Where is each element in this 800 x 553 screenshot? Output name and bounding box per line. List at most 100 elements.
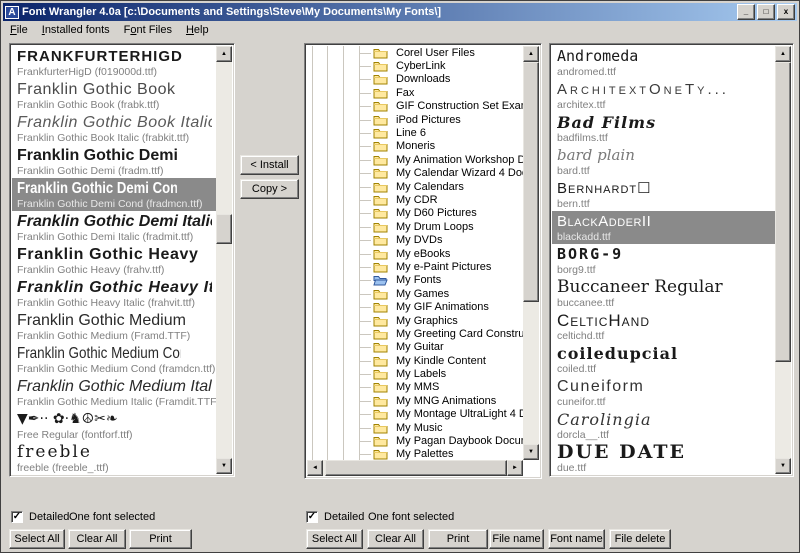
tree-item-my-greeting-card-construction[interactable]: My Greeting Card Construction: [307, 327, 523, 340]
tree-item-my-labels[interactable]: My Labels: [307, 367, 523, 380]
tree-connector: [359, 53, 371, 54]
font-file-item[interactable]: ArchitextOneTy...architex.ttf: [552, 79, 775, 112]
installed-font-item[interactable]: freeblefreeble (freeble_.ttf): [12, 442, 216, 474]
scroll-up-button[interactable]: ▲: [523, 46, 539, 62]
tree-item-my-animation-workshop-docu[interactable]: My Animation Workshop Docu: [307, 153, 523, 166]
minimize-button[interactable]: _: [737, 4, 755, 20]
tree-item-my-mng-animations[interactable]: My MNG Animations: [307, 394, 523, 407]
scroll-right-button[interactable]: ►: [507, 460, 523, 476]
tree-item-my-gif-animations[interactable]: My GIF Animations: [307, 300, 523, 313]
install-button[interactable]: < Install: [240, 155, 299, 175]
tree-item-moneris[interactable]: Moneris: [307, 140, 523, 153]
tree-item-my-kindle-content[interactable]: My Kindle Content: [307, 354, 523, 367]
installed-font-item[interactable]: Franklin Gothic BookFranklin Gothic Book…: [12, 79, 216, 112]
scroll-thumb[interactable]: [523, 62, 539, 302]
menu-item-file[interactable]: File: [3, 22, 35, 38]
detailed-checkbox-right[interactable]: ✓: [306, 511, 318, 523]
print-button[interactable]: Print: [428, 529, 488, 549]
tree-item-my-calendars[interactable]: My Calendars: [307, 180, 523, 193]
font-file-item[interactable]: BlackAdderIIblackadd.ttf: [552, 211, 775, 244]
font-file-item[interactable]: Buccaneer Regularbuccanee.ttf: [552, 277, 775, 310]
installed-font-item[interactable]: FrankfurterHigDFrankfurterHigD (f019000d…: [12, 46, 216, 79]
folder-tree-vscrollbar[interactable]: ▲▼: [523, 46, 539, 460]
installed-font-item[interactable]: Franklin Gothic Medium ItalicFranklin Go…: [12, 376, 216, 409]
font-file-item[interactable]: coiledupcialcoiled.ttf: [552, 343, 775, 376]
tree-item-fax[interactable]: Fax: [307, 86, 523, 99]
tree-item-my-palettes[interactable]: My Palettes: [307, 448, 523, 460]
tree-item-line-6[interactable]: Line 6: [307, 126, 523, 139]
font-file-item[interactable]: Carolingiadorcla__.ttf: [552, 409, 775, 442]
font-file-item[interactable]: Cuneiformcuneifor.ttf: [552, 376, 775, 409]
tree-item-my-dvds[interactable]: My DVDs: [307, 233, 523, 246]
tree-item-ipod-pictures[interactable]: iPod Pictures: [307, 113, 523, 126]
scroll-thumb[interactable]: [216, 214, 232, 244]
font-file-item[interactable]: Andromedaandromed.ttf: [552, 46, 775, 79]
tree-item-my-guitar[interactable]: My Guitar: [307, 341, 523, 354]
tree-item-my-drum-loops[interactable]: My Drum Loops: [307, 220, 523, 233]
print-button[interactable]: Print: [129, 529, 192, 549]
scroll-down-button[interactable]: ▼: [216, 458, 232, 474]
menu-item-font-files[interactable]: Font Files: [117, 22, 179, 38]
tree-connector: [359, 227, 371, 228]
tree-item-my-fonts[interactable]: My Fonts: [307, 274, 523, 287]
scroll-left-button[interactable]: ◄: [307, 460, 323, 476]
tree-item-corel-user-files[interactable]: Corel User Files: [307, 46, 523, 59]
scroll-thumb[interactable]: [325, 460, 507, 476]
tree-item-my-ebooks[interactable]: My eBooks: [307, 247, 523, 260]
file-name-button[interactable]: File name: [489, 529, 544, 549]
font-file-item[interactable]: bard plainbard.ttf: [552, 145, 775, 178]
installed-font-item[interactable]: Franklin Gothic Medium CondFranklin Goth…: [12, 343, 216, 376]
folder-tree-hscrollbar[interactable]: ◄►: [307, 460, 523, 476]
installed-fonts-list: FrankfurterHigDFrankfurterHigD (f019000d…: [12, 46, 216, 474]
tree-item-downloads[interactable]: Downloads: [307, 73, 523, 86]
select-all-button[interactable]: Select All: [9, 529, 65, 549]
installed-font-item[interactable]: Franklin Gothic Book ItalicFranklin Goth…: [12, 112, 216, 145]
font-name-button[interactable]: Font name: [548, 529, 605, 549]
font-files-scrollbar[interactable]: ▲▼: [775, 46, 791, 474]
scroll-up-button[interactable]: ▲: [775, 46, 791, 62]
tree-connector: [359, 93, 371, 94]
installed-font-item[interactable]: Franklin Gothic Demi CondFranklin Gothic…: [12, 178, 216, 211]
detailed-checkbox-left[interactable]: ✓: [11, 511, 23, 523]
clear-all-button[interactable]: Clear All: [68, 529, 126, 549]
tree-item-my-e-paint-pictures[interactable]: My e-Paint Pictures: [307, 260, 523, 273]
tree-item-gif-construction-set-examples[interactable]: GIF Construction Set Examples: [307, 100, 523, 113]
scroll-thumb[interactable]: [775, 62, 791, 362]
tree-item-my-montage-ultralight-4-docu[interactable]: My Montage UltraLight 4 Docu: [307, 408, 523, 421]
tree-connector: [359, 441, 371, 442]
tree-item-my-graphics[interactable]: My Graphics: [307, 314, 523, 327]
tree-item-my-mms[interactable]: My MMS: [307, 381, 523, 394]
installed-font-item[interactable]: Franklin Gothic Heavy ItalicFranklin Got…: [12, 277, 216, 310]
installed-fonts-scrollbar[interactable]: ▲▼: [216, 46, 232, 474]
tree-item-label: My Music: [396, 422, 442, 434]
file-delete-button[interactable]: File delete: [609, 529, 671, 549]
scroll-up-button[interactable]: ▲: [216, 46, 232, 62]
maximize-button[interactable]: □: [757, 4, 775, 20]
menu-item-installed-fonts[interactable]: Installed fonts: [35, 22, 117, 38]
scroll-down-button[interactable]: ▼: [775, 458, 791, 474]
installed-font-item[interactable]: Franklin Gothic HeavyFranklin Gothic Hea…: [12, 244, 216, 277]
tree-item-my-pagan-daybook-documen[interactable]: My Pagan Daybook Documen: [307, 434, 523, 447]
font-file-item[interactable]: Bad Filmsbadfilms.ttf: [552, 112, 775, 145]
font-file-item[interactable]: Bernhardt☐bern.ttf: [552, 178, 775, 211]
font-file-item[interactable]: BORG-9borg9.ttf: [552, 244, 775, 277]
tree-item-cyberlink[interactable]: CyberLink: [307, 59, 523, 72]
font-file-item[interactable]: DUE DATEdue.ttf: [552, 442, 775, 474]
tree-item-my-cdr[interactable]: My CDR: [307, 193, 523, 206]
installed-font-item[interactable]: Franklin Gothic Demi ItalicFranklin Goth…: [12, 211, 216, 244]
menu-item-help[interactable]: Help: [179, 22, 216, 38]
tree-item-my-games[interactable]: My Games: [307, 287, 523, 300]
clear-all-button[interactable]: Clear All: [367, 529, 424, 549]
font-file-name: dorcla__.ttf: [557, 429, 771, 441]
close-button[interactable]: x: [777, 4, 795, 20]
scroll-down-button[interactable]: ▼: [523, 444, 539, 460]
installed-font-item[interactable]: ▼✒·· ✿·♞☮✂❧Free Regular (fontforf.ttf): [12, 409, 216, 442]
installed-font-item[interactable]: Franklin Gothic MediumFranklin Gothic Me…: [12, 310, 216, 343]
tree-item-my-music[interactable]: My Music: [307, 421, 523, 434]
tree-item-my-d60-pictures[interactable]: My D60 Pictures: [307, 207, 523, 220]
tree-item-my-calendar-wizard-4-docume[interactable]: My Calendar Wizard 4 Docume: [307, 167, 523, 180]
installed-font-item[interactable]: Franklin Gothic DemiFranklin Gothic Demi…: [12, 145, 216, 178]
copy-button[interactable]: Copy >: [240, 179, 299, 199]
select-all-button[interactable]: Select All: [306, 529, 363, 549]
font-file-item[interactable]: CelticHandceltichd.ttf: [552, 310, 775, 343]
